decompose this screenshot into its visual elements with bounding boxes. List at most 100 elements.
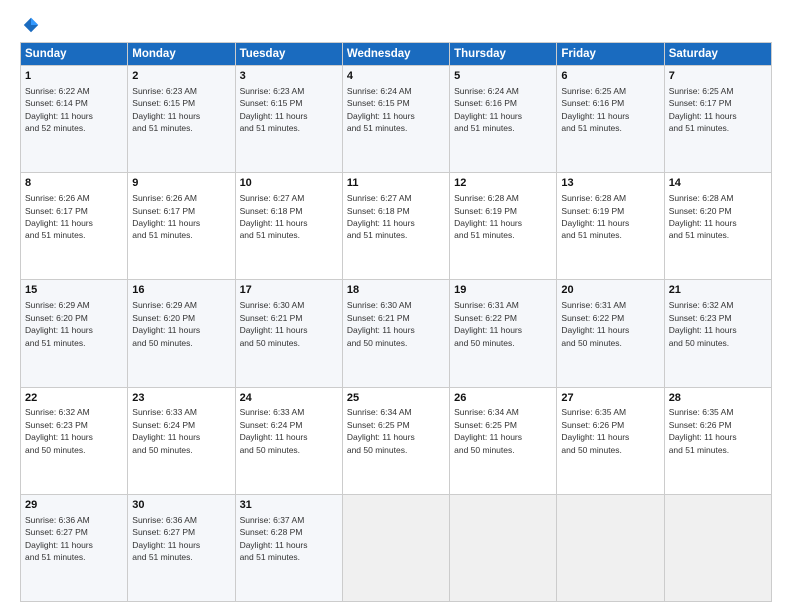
day-number: 20: [561, 283, 659, 298]
weekday-header-wednesday: Wednesday: [342, 43, 449, 66]
day-info: Sunrise: 6:34 AM Sunset: 6:25 PM Dayligh…: [454, 407, 522, 454]
day-cell: 9Sunrise: 6:26 AM Sunset: 6:17 PM Daylig…: [128, 173, 235, 280]
day-cell: 15 Sunrise: 6:29 AM Sunset: 6:20 PM Dayli…: [21, 280, 128, 387]
day-cell: [342, 494, 449, 601]
day-number: 13: [561, 176, 659, 191]
day-number: 27: [561, 391, 659, 406]
day-number: 30: [132, 498, 230, 513]
day-info: Sunrise: 6:34 AM Sunset: 6:25 PM Dayligh…: [347, 407, 415, 454]
day-info: Sunrise: 6:24 AM Sunset: 6:16 PM Dayligh…: [454, 86, 522, 133]
day-info: Sunrise: 6:36 AM Sunset: 6:27 PM Dayligh…: [25, 515, 93, 562]
day-info: Sunrise: 6:28 AM Sunset: 6:20 PM Dayligh…: [669, 193, 737, 240]
day-cell: 16Sunrise: 6:29 AM Sunset: 6:20 PM Dayli…: [128, 280, 235, 387]
day-cell: 23Sunrise: 6:33 AM Sunset: 6:24 PM Dayli…: [128, 387, 235, 494]
weekday-header-monday: Monday: [128, 43, 235, 66]
day-info: Sunrise: 6:28 AM Sunset: 6:19 PM Dayligh…: [454, 193, 522, 240]
day-cell: [557, 494, 664, 601]
day-cell: 25Sunrise: 6:34 AM Sunset: 6:25 PM Dayli…: [342, 387, 449, 494]
day-number: 6: [561, 69, 659, 84]
day-info: Sunrise: 6:25 AM Sunset: 6:17 PM Dayligh…: [669, 86, 737, 133]
day-cell: 28Sunrise: 6:35 AM Sunset: 6:26 PM Dayli…: [664, 387, 771, 494]
day-info: Sunrise: 6:31 AM Sunset: 6:22 PM Dayligh…: [561, 300, 629, 347]
day-number: 28: [669, 391, 767, 406]
day-cell: 8 Sunrise: 6:26 AM Sunset: 6:17 PM Daylig…: [21, 173, 128, 280]
day-number: 7: [669, 69, 767, 84]
day-cell: 29 Sunrise: 6:36 AM Sunset: 6:27 PM Dayli…: [21, 494, 128, 601]
day-info: Sunrise: 6:30 AM Sunset: 6:21 PM Dayligh…: [240, 300, 308, 347]
day-info: Sunrise: 6:31 AM Sunset: 6:22 PM Dayligh…: [454, 300, 522, 347]
day-cell: 11 Sunrise: 6:27 AM Sunset: 6:18 PM Dayli…: [342, 173, 449, 280]
day-number: 29: [25, 498, 123, 513]
day-cell: [664, 494, 771, 601]
day-cell: 17 Sunrise: 6:30 AM Sunset: 6:21 PM Dayli…: [235, 280, 342, 387]
day-info: Sunrise: 6:27 AM Sunset: 6:18 PM Dayligh…: [347, 193, 415, 240]
day-number: 21: [669, 283, 767, 298]
day-info: Sunrise: 6:25 AM Sunset: 6:16 PM Dayligh…: [561, 86, 629, 133]
day-cell: 19Sunrise: 6:31 AM Sunset: 6:22 PM Dayli…: [450, 280, 557, 387]
day-number: 18: [347, 283, 445, 298]
day-cell: 4Sunrise: 6:24 AM Sunset: 6:15 PM Daylig…: [342, 66, 449, 173]
day-number: 2: [132, 69, 230, 84]
day-number: 31: [240, 498, 338, 513]
day-cell: 3 Sunrise: 6:23 AM Sunset: 6:15 PM Daylig…: [235, 66, 342, 173]
day-number: 1: [25, 69, 123, 84]
day-cell: 30 Sunrise: 6:36 AM Sunset: 6:27 PM Dayli…: [128, 494, 235, 601]
day-cell: 20 Sunrise: 6:31 AM Sunset: 6:22 PM Dayli…: [557, 280, 664, 387]
day-info: Sunrise: 6:27 AM Sunset: 6:18 PM Dayligh…: [240, 193, 308, 240]
day-cell: 6 Sunrise: 6:25 AM Sunset: 6:16 PM Daylig…: [557, 66, 664, 173]
day-number: 4: [347, 69, 445, 84]
day-number: 3: [240, 69, 338, 84]
day-number: 16: [132, 283, 230, 298]
day-info: Sunrise: 6:23 AM Sunset: 6:15 PM Dayligh…: [240, 86, 308, 133]
day-info: Sunrise: 6:36 AM Sunset: 6:27 PM Dayligh…: [132, 515, 200, 562]
page: SundayMondayTuesdayWednesdayThursdayFrid…: [0, 0, 792, 612]
day-info: Sunrise: 6:29 AM Sunset: 6:20 PM Dayligh…: [25, 300, 93, 347]
day-number: 14: [669, 176, 767, 191]
weekday-header-friday: Friday: [557, 43, 664, 66]
day-number: 24: [240, 391, 338, 406]
week-row-3: 15 Sunrise: 6:29 AM Sunset: 6:20 PM Dayli…: [21, 280, 772, 387]
day-info: Sunrise: 6:32 AM Sunset: 6:23 PM Dayligh…: [25, 407, 93, 454]
day-cell: 2 Sunrise: 6:23 AM Sunset: 6:15 PM Daylig…: [128, 66, 235, 173]
week-row-5: 29 Sunrise: 6:36 AM Sunset: 6:27 PM Dayli…: [21, 494, 772, 601]
logo-icon: [22, 16, 40, 34]
day-number: 15: [25, 283, 123, 298]
day-cell: 5 Sunrise: 6:24 AM Sunset: 6:16 PM Daylig…: [450, 66, 557, 173]
day-number: 10: [240, 176, 338, 191]
day-number: 11: [347, 176, 445, 191]
day-info: Sunrise: 6:32 AM Sunset: 6:23 PM Dayligh…: [669, 300, 737, 347]
logo: [20, 16, 42, 34]
day-info: Sunrise: 6:37 AM Sunset: 6:28 PM Dayligh…: [240, 515, 308, 562]
day-info: Sunrise: 6:26 AM Sunset: 6:17 PM Dayligh…: [132, 193, 200, 240]
day-number: 5: [454, 69, 552, 84]
day-cell: 13 Sunrise: 6:28 AM Sunset: 6:19 PM Dayli…: [557, 173, 664, 280]
day-cell: 24Sunrise: 6:33 AM Sunset: 6:24 PM Dayli…: [235, 387, 342, 494]
day-info: Sunrise: 6:35 AM Sunset: 6:26 PM Dayligh…: [561, 407, 629, 454]
day-cell: [450, 494, 557, 601]
day-cell: 31 Sunrise: 6:37 AM Sunset: 6:28 PM Dayli…: [235, 494, 342, 601]
day-cell: 21 Sunrise: 6:32 AM Sunset: 6:23 PM Dayli…: [664, 280, 771, 387]
day-info: Sunrise: 6:35 AM Sunset: 6:26 PM Dayligh…: [669, 407, 737, 454]
day-cell: 22Sunrise: 6:32 AM Sunset: 6:23 PM Dayli…: [21, 387, 128, 494]
day-number: 17: [240, 283, 338, 298]
weekday-header-sunday: Sunday: [21, 43, 128, 66]
day-cell: 18 Sunrise: 6:30 AM Sunset: 6:21 PM Dayli…: [342, 280, 449, 387]
weekday-header-row: SundayMondayTuesdayWednesdayThursdayFrid…: [21, 43, 772, 66]
day-info: Sunrise: 6:30 AM Sunset: 6:21 PM Dayligh…: [347, 300, 415, 347]
week-row-1: 1Sunrise: 6:22 AM Sunset: 6:14 PM Daylig…: [21, 66, 772, 173]
day-number: 25: [347, 391, 445, 406]
day-number: 8: [25, 176, 123, 191]
day-info: Sunrise: 6:23 AM Sunset: 6:15 PM Dayligh…: [132, 86, 200, 133]
day-cell: 27Sunrise: 6:35 AM Sunset: 6:26 PM Dayli…: [557, 387, 664, 494]
weekday-header-tuesday: Tuesday: [235, 43, 342, 66]
day-cell: 7 Sunrise: 6:25 AM Sunset: 6:17 PM Daylig…: [664, 66, 771, 173]
day-number: 12: [454, 176, 552, 191]
day-number: 23: [132, 391, 230, 406]
week-row-4: 22Sunrise: 6:32 AM Sunset: 6:23 PM Dayli…: [21, 387, 772, 494]
header: [20, 16, 772, 34]
week-row-2: 8 Sunrise: 6:26 AM Sunset: 6:17 PM Daylig…: [21, 173, 772, 280]
day-number: 26: [454, 391, 552, 406]
day-cell: 26Sunrise: 6:34 AM Sunset: 6:25 PM Dayli…: [450, 387, 557, 494]
day-info: Sunrise: 6:28 AM Sunset: 6:19 PM Dayligh…: [561, 193, 629, 240]
day-info: Sunrise: 6:26 AM Sunset: 6:17 PM Dayligh…: [25, 193, 93, 240]
